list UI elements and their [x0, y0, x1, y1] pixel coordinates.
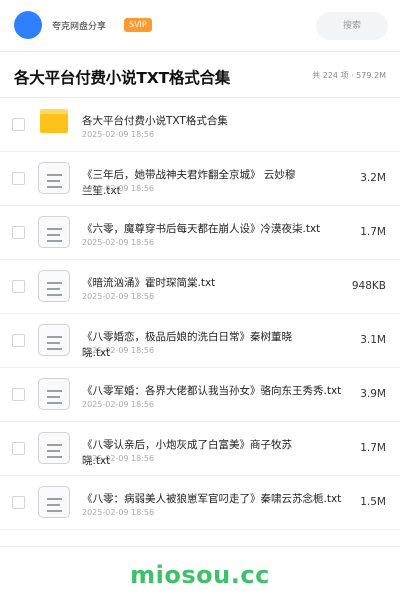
item-name[interactable]: 《八零军婚：各界大佬都认我当孙女》骆向东王秀秀.txt [82, 383, 352, 399]
file-row[interactable]: 《六零，魔尊穿书后每天都在崩人设》冷漠夜柒.txt 2025-02-09 18:5… [0, 206, 400, 260]
site-watermark: miosou.cc [130, 561, 270, 589]
sharer-name: 夸克网盘分享 [52, 22, 107, 32]
item-size: 1.7M [360, 442, 386, 454]
folder-row[interactable]: 各大平台付费小说TXT格式合集 2025-02-09 18:56 [0, 98, 400, 152]
item-name[interactable]: 《六零，魔尊穿书后每天都在崩人设》冷漠夜柒.txt [82, 221, 354, 237]
footer: miosou.cc [0, 546, 400, 600]
item-size: 3.9M [360, 388, 386, 400]
folder-icon [40, 109, 68, 133]
item-date: 2025-02-09 18:56 [82, 130, 155, 139]
file-row[interactable]: 《八零：病弱美人被狼崽军官叼走了》秦啸云苏念栀.txt 2025-02-09 18… [0, 476, 400, 530]
item-name[interactable]: 各大平台付费小说TXT格式合集 [82, 113, 354, 129]
file-list: 各大平台付费小说TXT格式合集 2025-02-09 18:56 《三年后，她带战神… [0, 98, 400, 530]
page-title: 各大平台付费小说TXT格式合集 [14, 69, 231, 87]
file-row[interactable]: 《八零认亲后，小炮灰成了白富美》商子牧苏晓.txt 2025-02-09 18:5… [0, 422, 400, 476]
item-date: 2025-02-09 18:56 [82, 508, 155, 517]
item-date: 2025-02-09 18:56 [82, 238, 155, 247]
file-row[interactable]: 《暗流汹涌》霍时琛简棠.txt 2025-02-09 18:56 948KB [0, 260, 400, 314]
item-name[interactable]: 《八零认亲后，小炮灰成了白富美》商子牧苏晓.txt [82, 437, 300, 469]
file-row[interactable]: 《三年后，她带战神夫君炸翻全京城》 云妙穆兰笙.txt 2025-02-09 18… [0, 152, 400, 206]
row-checkbox[interactable] [12, 280, 25, 293]
item-size: 3.2M [360, 172, 386, 184]
svip-badge: SVIP [124, 18, 152, 32]
item-date: 2025-02-09 18:56 [82, 454, 155, 463]
item-name[interactable]: 《八零：病弱美人被狼崽军官叼走了》秦啸云苏念栀.txt [82, 491, 352, 507]
item-date: 2025-02-09 18:56 [82, 346, 155, 355]
text-file-icon [38, 216, 70, 248]
text-file-icon [38, 162, 70, 194]
top-header: 夸克网盘分享 SVIP [0, 0, 400, 52]
title-bar: 各大平台付费小说TXT格式合集 共 224 项 · 579.2M [0, 52, 400, 98]
row-checkbox[interactable] [12, 388, 25, 401]
item-size: 3.1M [360, 334, 386, 346]
item-size: 1.5M [360, 496, 386, 508]
item-name[interactable]: 《三年后，她带战神夫君炸翻全京城》 云妙穆兰笙.txt [82, 167, 300, 199]
row-checkbox[interactable] [12, 442, 25, 455]
row-checkbox[interactable] [12, 334, 25, 347]
text-file-icon [38, 486, 70, 518]
item-name[interactable]: 《八零婚恋，极品后娘的洗白日常》秦树董晓晓.txt [82, 329, 300, 361]
item-date: 2025-02-09 18:56 [82, 400, 155, 409]
row-checkbox[interactable] [12, 118, 25, 131]
item-size: 1.7M [360, 226, 386, 238]
file-row[interactable]: 《八零军婚：各界大佬都认我当孙女》骆向东王秀秀.txt 2025-02-09 18… [0, 368, 400, 422]
text-file-icon [38, 270, 70, 302]
row-checkbox[interactable] [12, 172, 25, 185]
row-checkbox[interactable] [12, 496, 25, 509]
item-name[interactable]: 《暗流汹涌》霍时琛简棠.txt [82, 275, 354, 291]
search-input[interactable] [316, 12, 388, 40]
item-date: 2025-02-09 18:56 [82, 184, 155, 193]
item-date: 2025-02-09 18:56 [82, 292, 155, 301]
item-count-summary: 共 224 项 · 579.2M [312, 71, 386, 80]
avatar[interactable] [14, 11, 42, 39]
file-row[interactable]: 《八零婚恋，极品后娘的洗白日常》秦树董晓晓.txt 2025-02-09 18:5… [0, 314, 400, 368]
row-checkbox[interactable] [12, 226, 25, 239]
text-file-icon [38, 432, 70, 464]
text-file-icon [38, 324, 70, 356]
text-file-icon [38, 378, 70, 410]
item-size: 948KB [351, 280, 386, 292]
